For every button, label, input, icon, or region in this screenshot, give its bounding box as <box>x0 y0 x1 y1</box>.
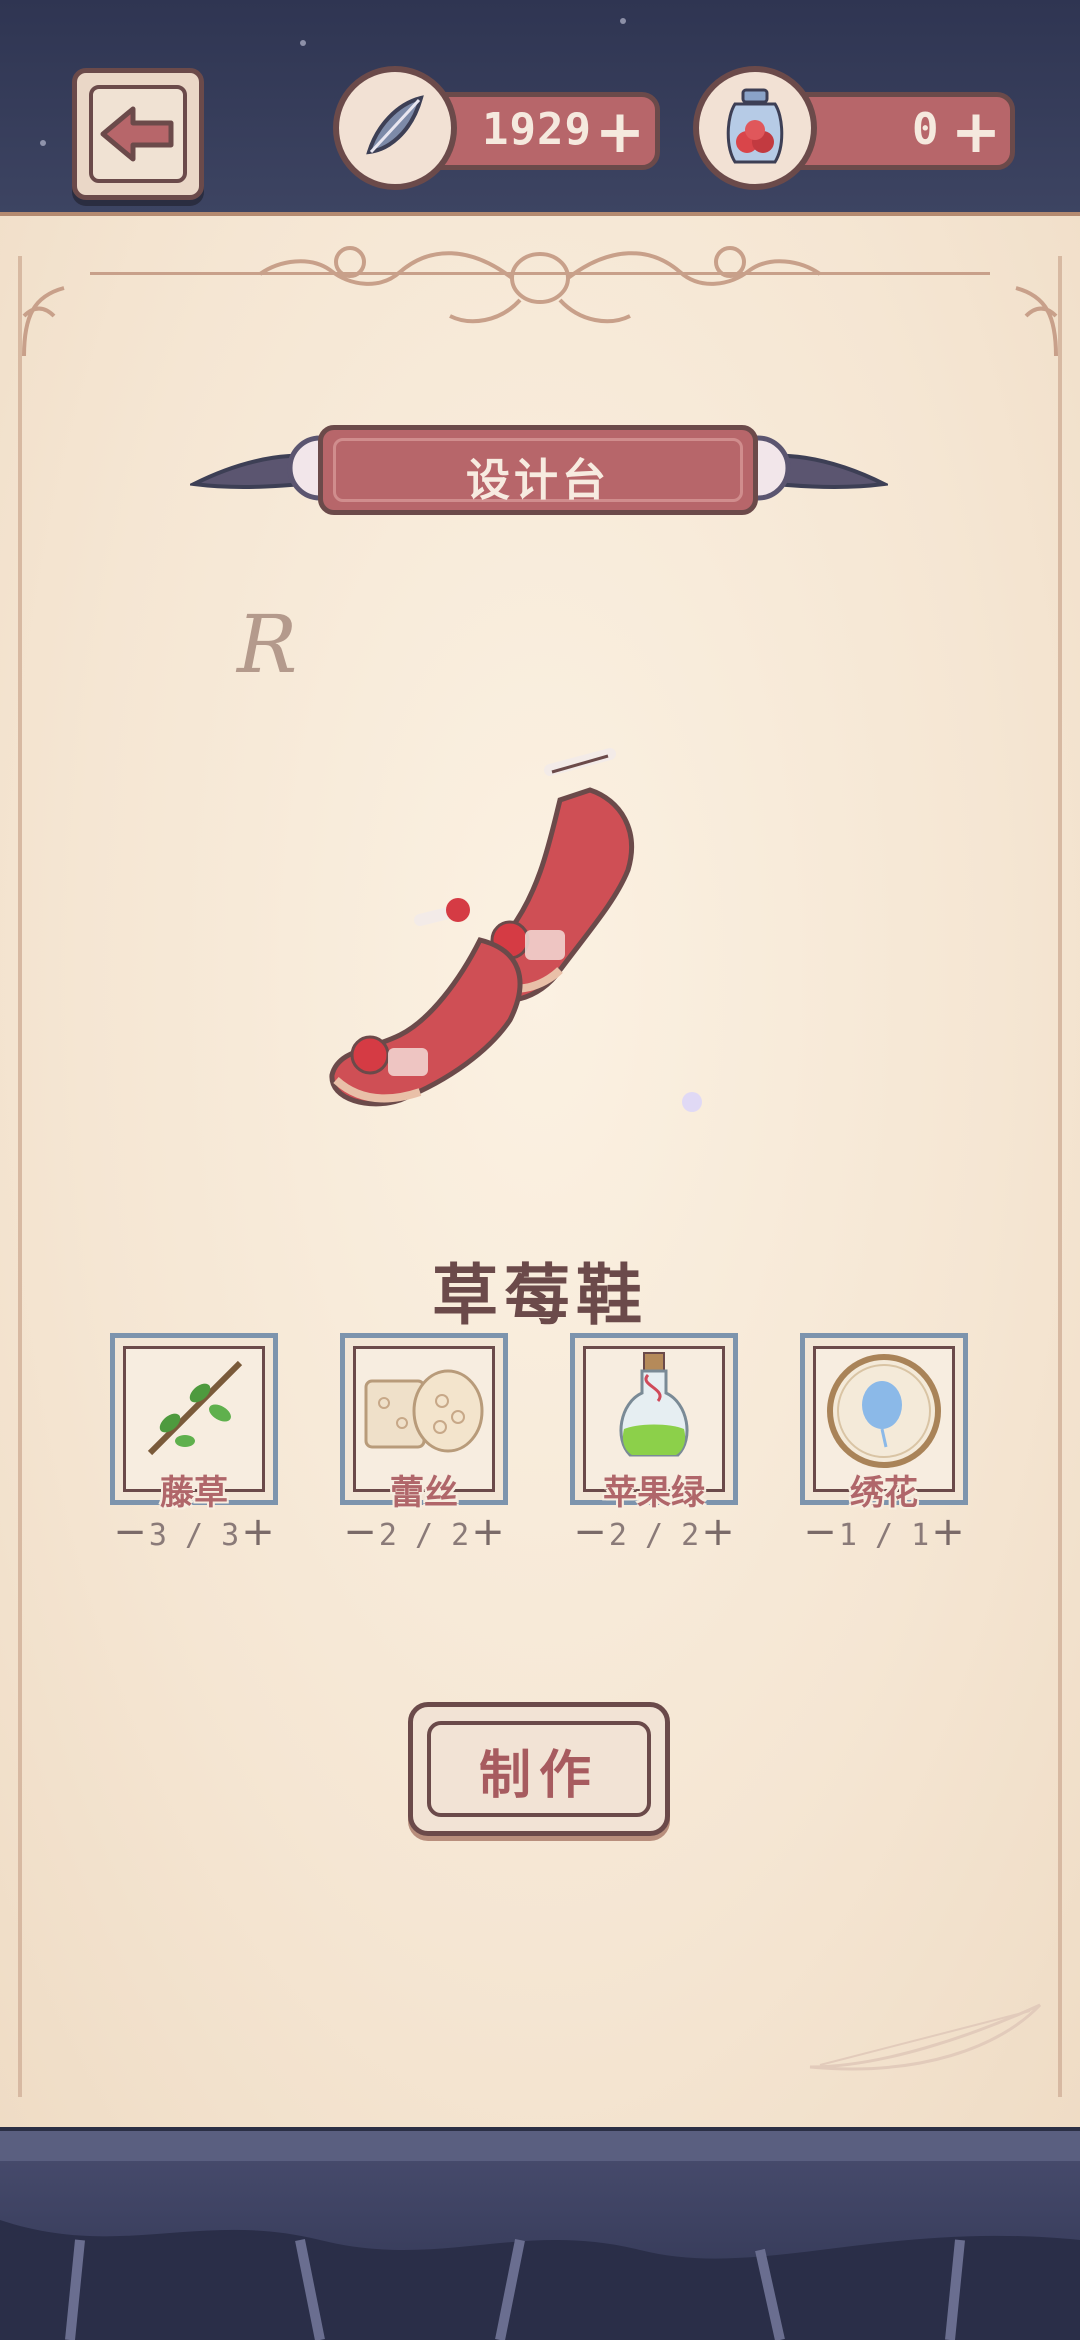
back-button[interactable] <box>72 68 204 200</box>
material-name: 绣花 <box>850 1473 918 1513</box>
corner-ornament-left <box>22 286 65 357</box>
lace-icon <box>364 1369 484 1453</box>
cave-roots-decoration <box>0 2220 1080 2340</box>
rarity-badge: R <box>237 598 298 691</box>
jar-currency-badge <box>693 66 817 190</box>
feather-count: 1929 <box>482 104 592 155</box>
star-decoration <box>40 140 46 146</box>
increase-material-button[interactable]: + <box>238 1512 278 1552</box>
increase-material-button[interactable]: + <box>928 1512 968 1552</box>
feather-icon <box>366 95 424 155</box>
material-name: 苹果绿 <box>603 1473 705 1513</box>
star-decoration <box>300 40 306 46</box>
strawberry-shoes-image <box>329 748 702 1112</box>
vine-icon <box>147 1360 243 1456</box>
star-decoration <box>620 18 626 24</box>
feather-currency-badge <box>333 66 457 190</box>
corner-ornament-right <box>1015 286 1058 357</box>
material-name: 蕾丝 <box>390 1473 458 1513</box>
green-potion-icon <box>619 1352 689 1457</box>
add-jar-button[interactable]: + <box>950 102 1002 162</box>
berry-jar-icon <box>726 88 784 164</box>
page-title: 设计台 <box>466 455 610 506</box>
shelf-edge <box>0 2127 1080 2161</box>
increase-material-button[interactable]: + <box>698 1512 738 1552</box>
embroidery-hoop-icon <box>827 1354 941 1468</box>
material-slot[interactable]: 绣花 <box>800 1333 968 1513</box>
shoe-left <box>329 898 523 1107</box>
make-button-label: 制作 <box>478 1746 599 1806</box>
material-slot[interactable]: 藤草 <box>110 1333 278 1513</box>
top-ornament <box>258 246 822 324</box>
arrow-left-icon <box>100 106 174 162</box>
material-name: 藤草 <box>160 1473 228 1513</box>
title-banner: 设计台 <box>318 425 758 515</box>
jar-count: 0 <box>912 104 940 155</box>
item-name: 草莓鞋 <box>432 1257 648 1334</box>
feather-watermark <box>809 2003 1042 2071</box>
add-feather-button[interactable]: + <box>594 102 646 162</box>
material-slot[interactable]: 蕾丝 <box>340 1333 508 1513</box>
material-slot[interactable]: 苹果绿 <box>570 1333 738 1513</box>
make-button[interactable]: 制作 <box>408 1702 670 1836</box>
increase-material-button[interactable]: + <box>468 1512 508 1552</box>
